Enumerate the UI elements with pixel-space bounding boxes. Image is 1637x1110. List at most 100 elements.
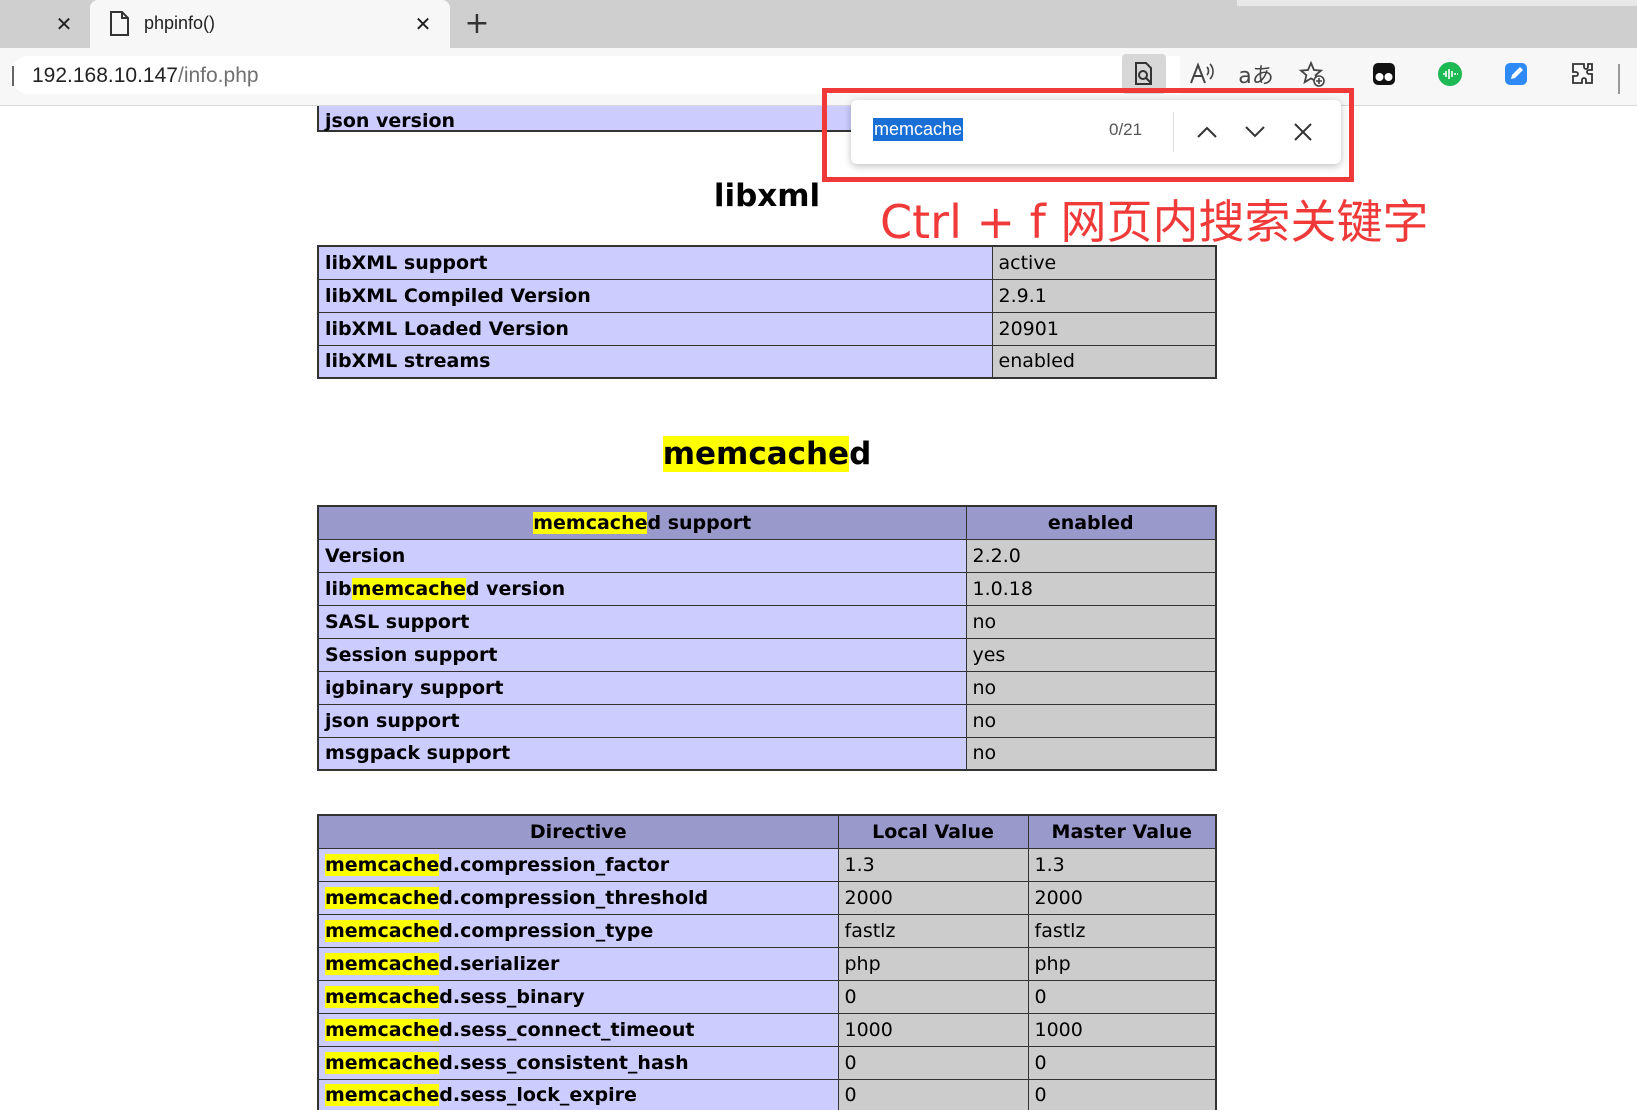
directive-suffix: d.serializer (439, 952, 560, 975)
key-text: igbinary support (325, 676, 504, 699)
toolbar-separator (1618, 64, 1620, 94)
url-host: 192.168.10.147 (32, 64, 178, 87)
master-value: 1000 (1027, 1012, 1217, 1047)
directive-suffix: d.sess_consistent_hash (439, 1051, 689, 1074)
directive-name: memcached.sess_binary (317, 979, 839, 1014)
directives-table: Directive Local Value Master Value memca… (317, 814, 1217, 1110)
table-header-row: memcached support enabled (317, 505, 1217, 540)
key-text: Version (325, 544, 406, 567)
memcached-value: 2.2.0 (965, 538, 1217, 573)
browser-toolbar: 192.168.10.147/info.php aあ (0, 48, 1637, 106)
key-text: lib (325, 577, 352, 600)
memcached-value: no (965, 670, 1217, 705)
search-highlight: memcache (351, 577, 466, 600)
directive-header: Directive (317, 814, 839, 849)
directive-suffix: d.sess_lock_expire (439, 1084, 637, 1107)
tab-previous[interactable]: ✕ (0, 0, 88, 48)
search-highlight: memcache (533, 511, 648, 534)
title-rest: d (849, 436, 872, 472)
master-value: 2000 (1027, 880, 1217, 915)
search-highlight: memcache (325, 919, 440, 942)
search-highlight: memcache (325, 952, 440, 975)
url-path: /info.php (177, 64, 259, 87)
url-text[interactable]: 192.168.10.147/info.php (32, 64, 259, 88)
memcached-key: json support (317, 703, 967, 738)
enabled-header: enabled (965, 505, 1217, 540)
tab-close-icon[interactable]: ✕ (413, 14, 433, 34)
libxml-value: 2.9.1 (991, 278, 1217, 313)
directive-name: memcached.sess_consistent_hash (317, 1045, 839, 1080)
titlebar-strip (1237, 0, 1637, 6)
table-row: memcached.compression_type fastlz fastlz (317, 913, 1217, 948)
memcached-support-header: memcached support (317, 505, 967, 540)
directive-suffix: d.compression_factor (439, 853, 670, 876)
table-row: libXML streams enabled (317, 344, 1217, 379)
table-row: SASL support no (317, 604, 1217, 639)
page-icon (108, 11, 130, 41)
key-text: Session support (325, 643, 498, 666)
table-row: Session support yes (317, 637, 1217, 672)
table-row: memcached.sess_binary 0 0 (317, 979, 1217, 1014)
table-row: memcached.serializer php php (317, 946, 1217, 981)
table-row: libmemcached version 1.0.18 (317, 571, 1217, 606)
address-caret (12, 66, 14, 86)
local-value: 0 (837, 979, 1029, 1014)
master-value: 0 (1027, 979, 1217, 1014)
key-text: msgpack support (325, 742, 511, 765)
search-highlight: memcache (325, 853, 440, 876)
local-value: 2000 (837, 880, 1029, 915)
directive-name: memcached.sess_lock_expire (317, 1078, 839, 1110)
table-row: memcached.sess_consistent_hash 0 0 (317, 1045, 1217, 1080)
directive-name: memcached.compression_type (317, 913, 839, 948)
search-highlight: memcache (325, 1051, 440, 1074)
master-value: 0 (1027, 1078, 1217, 1110)
search-highlight: memcache (325, 1018, 440, 1041)
memcached-value: 1.0.18 (965, 571, 1217, 606)
memcached-table: memcached support enabled Version 2.2.0 l… (317, 505, 1217, 771)
directive-suffix: d.sess_binary (439, 985, 585, 1008)
libxml-value: 20901 (991, 311, 1217, 346)
tab-active[interactable]: phpinfo() ✕ (90, 0, 450, 48)
memcached-key: msgpack support (317, 736, 967, 771)
annotation-highlight-box (822, 88, 1354, 182)
green-extension-icon[interactable] (1428, 54, 1472, 94)
local-value: 1.3 (837, 847, 1029, 882)
memcached-value: yes (965, 637, 1217, 672)
local-value: fastlz (837, 913, 1029, 948)
directive-suffix: d.compression_threshold (439, 886, 709, 909)
table-row: memcached.sess_connect_timeout 1000 1000 (317, 1012, 1217, 1047)
table-row: Version 2.2.0 (317, 538, 1217, 573)
memcached-value: no (965, 604, 1217, 639)
extensions-icon[interactable] (1560, 54, 1604, 94)
tab-title: phpinfo() (144, 13, 216, 33)
new-tab-button[interactable]: + (462, 9, 492, 39)
search-highlight: memcache (325, 985, 440, 1008)
master-value: 0 (1027, 1045, 1217, 1080)
memcached-key: libmemcached version (317, 571, 967, 606)
directive-name: memcached.compression_factor (317, 847, 839, 882)
memcached-key: Version (317, 538, 967, 573)
directive-suffix: d.sess_connect_timeout (439, 1018, 695, 1041)
master-value: php (1027, 946, 1217, 981)
libxml-key: libXML streams (317, 344, 993, 379)
key-text: SASL support (325, 610, 470, 633)
memcached-key: Session support (317, 637, 967, 672)
table-row: memcached.compression_factor 1.3 1.3 (317, 847, 1217, 882)
table-row: igbinary support no (317, 670, 1217, 705)
table-row: libXML Compiled Version 2.9.1 (317, 278, 1217, 313)
libxml-table: libXML support active libXML Compiled Ver… (317, 245, 1217, 379)
annotation-caption: Ctrl + f 网页内搜索关键字 (880, 195, 1429, 249)
section-title-memcached: memcached (267, 436, 1267, 472)
directive-name: memcached.sess_connect_timeout (317, 1012, 839, 1047)
local-value: 0 (837, 1078, 1029, 1110)
table-row: memcached.sess_lock_expire 0 0 (317, 1078, 1217, 1110)
libxml-value: enabled (991, 344, 1217, 379)
memcached-key: SASL support (317, 604, 967, 639)
tab-close-icon[interactable]: ✕ (54, 14, 74, 34)
master-value-header: Master Value (1027, 814, 1217, 849)
tampermonkey-icon[interactable] (1362, 54, 1406, 94)
blue-extension-icon[interactable] (1494, 54, 1538, 94)
directive-name: memcached.compression_threshold (317, 880, 839, 915)
memcached-key: igbinary support (317, 670, 967, 705)
table-header-row: Directive Local Value Master Value (317, 814, 1217, 849)
